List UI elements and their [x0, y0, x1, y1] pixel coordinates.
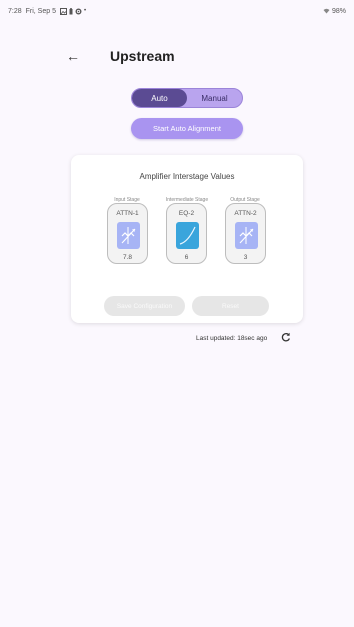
page-title: Upstream — [110, 48, 175, 64]
card-title: Amplifier Interstage Values — [139, 172, 235, 181]
wifi-icon — [323, 8, 330, 14]
photo-icon — [59, 7, 67, 15]
settings-icon — [75, 8, 82, 14]
status-right: 98% — [323, 8, 346, 15]
back-arrow-icon[interactable]: ← — [66, 48, 86, 64]
stage-name: ATTN-2 — [234, 210, 257, 217]
stage-value: 6 — [184, 254, 189, 261]
mode-toggle: Auto Manual — [131, 88, 243, 108]
refresh-icon[interactable] — [281, 332, 291, 345]
save-configuration-button[interactable]: Save Configuration — [104, 296, 185, 316]
stage-eq-2[interactable]: EQ-2 6 — [166, 203, 207, 264]
status-time: 7:28 — [8, 7, 22, 15]
status-date: Fri, Sep 5 — [25, 7, 56, 15]
status-left: 7:28 Fri, Sep 5 • — [8, 7, 87, 15]
amplifier-card: Amplifier Interstage Values Input Stage … — [71, 155, 303, 323]
reset-button[interactable]: Reset — [192, 296, 269, 316]
last-updated-row: Last updated: 18sec ago — [196, 331, 306, 345]
status-icons: • — [59, 7, 87, 15]
stage-value: 7.8 — [122, 254, 133, 261]
stage-attn-1[interactable]: ATTN-1 7.8 — [107, 203, 148, 264]
battery-saver-icon — [69, 7, 73, 14]
stage-value: 3 — [243, 254, 248, 261]
equalizer-curve-icon — [176, 222, 199, 249]
stage-name: ATTN-1 — [116, 210, 139, 217]
attenuator-icon — [235, 222, 258, 249]
battery-level: 98% — [331, 7, 346, 15]
stage-name: EQ-2 — [178, 210, 195, 217]
last-updated-text: Last updated: 18sec ago — [196, 334, 268, 342]
status-bar: 7:28 Fri, Sep 5 • 98% — [0, 0, 354, 22]
mode-auto-button[interactable]: Auto — [132, 89, 187, 107]
app-header: ← Upstream — [66, 44, 296, 68]
start-auto-alignment-button[interactable]: Start Auto Alignment — [131, 118, 243, 139]
notification-dot-icon: • — [83, 8, 87, 14]
mode-manual-button[interactable]: Manual — [187, 89, 242, 107]
stage-attn-2[interactable]: ATTN-2 3 — [225, 203, 266, 264]
attenuator-icon — [117, 222, 140, 249]
